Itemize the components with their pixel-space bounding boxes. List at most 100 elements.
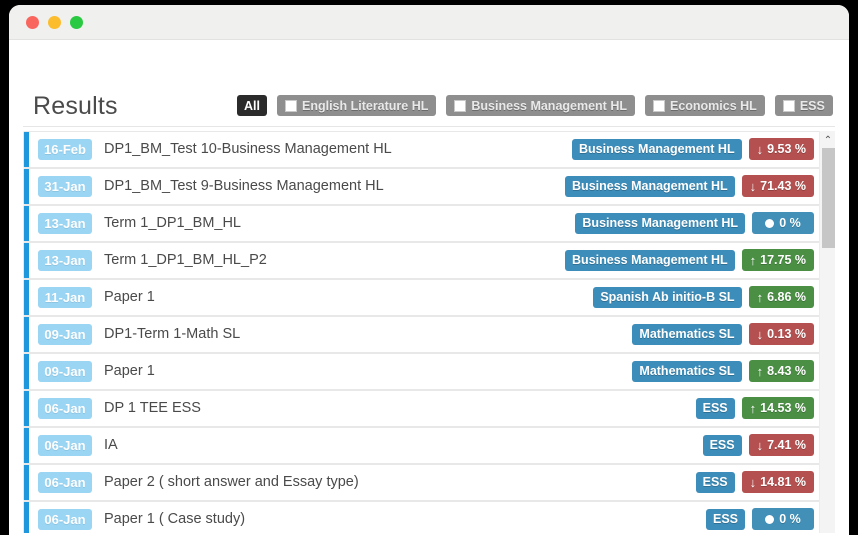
result-title: Term 1_DP1_BM_HL — [104, 215, 575, 231]
app-window: Results All English Literature HL Business… — [9, 5, 849, 535]
result-change-badge: 0 % — [752, 508, 814, 530]
result-subject-tag: Mathematics SL — [632, 361, 741, 382]
filter-chip-label: ESS — [800, 99, 825, 113]
result-row[interactable]: 11-Jan Paper 1Spanish Ab initio-B SL ↑6.86… — [23, 279, 823, 316]
checkbox-icon[interactable] — [783, 100, 795, 112]
arrow-down-icon: ↓ — [750, 180, 757, 193]
result-change-badge: ↓9.53 % — [749, 138, 814, 160]
result-title: Term 1_DP1_BM_HL_P2 — [104, 252, 565, 268]
result-change-badge: ↓7.41 % — [749, 434, 814, 456]
result-title: DP 1 TEE ESS — [104, 400, 696, 416]
circle-icon — [765, 219, 774, 228]
result-title: DP1-Term 1-Math SL — [104, 326, 632, 342]
result-date-badge: 06-Jan — [38, 398, 92, 419]
result-row[interactable]: 06-JanPaper 1 ( Case study)ESS0 % — [23, 501, 823, 533]
minimize-window-button[interactable] — [48, 16, 61, 29]
result-subject-tag: Business Management HL — [575, 213, 745, 234]
result-subject-tag: ESS — [696, 398, 735, 419]
result-change-value: 7.41 % — [767, 438, 806, 452]
result-change-badge: ↓0.13 % — [749, 323, 814, 345]
filter-chip-english-literature-hl[interactable]: English Literature HL — [277, 95, 436, 116]
close-window-button[interactable] — [26, 16, 39, 29]
result-change-badge: ↑17.75 % — [742, 249, 814, 271]
filter-chip-label: Economics HL — [670, 99, 757, 113]
filter-chip-label: All — [244, 99, 260, 113]
result-row[interactable]: 06-Jan DP 1 TEE ESSESS ↑14.53 % — [23, 390, 823, 427]
result-row[interactable]: 09-Jan Paper 1Mathematics SL ↑8.43 % — [23, 353, 823, 390]
results-scrollbar[interactable]: ⌃ — [819, 131, 835, 533]
result-change-value: 0.13 % — [767, 327, 806, 341]
result-date-badge: 06-Jan — [38, 509, 92, 530]
checkbox-icon[interactable] — [653, 100, 665, 112]
result-row[interactable]: 13-Jan Term 1_DP1_BM_HL_P2Business Manage… — [23, 242, 823, 279]
result-change-value: 17.75 % — [760, 253, 806, 267]
arrow-up-icon: ↑ — [757, 291, 764, 304]
scroll-up-arrow-icon[interactable]: ⌃ — [820, 133, 836, 147]
result-change-badge: 0 % — [752, 212, 814, 234]
circle-icon — [765, 515, 774, 524]
results-list: 16-Feb DP1_BM_Test 10-Business Management… — [23, 131, 823, 533]
result-row[interactable]: 06-Jan IAESS ↓7.41 % — [23, 427, 823, 464]
result-date-badge: 16-Feb — [38, 139, 92, 160]
filter-chip-label: English Literature HL — [302, 99, 428, 113]
result-title: Paper 2 ( short answer and Essay type) — [104, 474, 696, 490]
result-title: IA — [104, 437, 703, 453]
page-title: Results — [33, 92, 118, 121]
result-date-badge: 06-Jan — [38, 435, 92, 456]
arrow-up-icon: ↑ — [750, 254, 757, 267]
result-change-value: 6.86 % — [767, 290, 806, 304]
result-change-value: 14.81 % — [760, 475, 806, 489]
result-change-value: 71.43 % — [760, 179, 806, 193]
result-subject-tag: Business Management HL — [565, 176, 735, 197]
result-change-value: 9.53 % — [767, 142, 806, 156]
arrow-down-icon: ↓ — [750, 476, 757, 489]
result-row[interactable]: 06-Jan Paper 2 ( short answer and Essay t… — [23, 464, 823, 501]
filter-chip-business-management-hl[interactable]: Business Management HL — [446, 95, 635, 116]
filter-chip-label: Business Management HL — [471, 99, 627, 113]
result-row[interactable]: 16-Feb DP1_BM_Test 10-Business Management… — [23, 131, 823, 168]
result-date-badge: 06-Jan — [38, 472, 92, 493]
arrow-down-icon: ↓ — [757, 439, 764, 452]
result-title: Paper 1 — [104, 363, 632, 379]
result-row[interactable]: 13-Jan Term 1_DP1_BM_HLBusiness Managemen… — [23, 205, 823, 242]
result-row[interactable]: 09-Jan DP1-Term 1-Math SLMathematics SL ↓0… — [23, 316, 823, 353]
result-title: DP1_BM_Test 9-Business Management HL — [104, 178, 565, 194]
result-subject-tag: ESS — [696, 472, 735, 493]
result-date-badge: 11-Jan — [38, 287, 92, 308]
result-title: DP1_BM_Test 10-Business Management HL — [104, 141, 572, 157]
result-date-badge: 13-Jan — [38, 213, 92, 234]
checkbox-icon[interactable] — [285, 100, 297, 112]
filter-chip-ess[interactable]: ESS — [775, 95, 833, 116]
result-row[interactable]: 31-Jan DP1_BM_Test 9-Business Management … — [23, 168, 823, 205]
result-change-badge: ↓71.43 % — [742, 175, 814, 197]
result-change-badge: ↑8.43 % — [749, 360, 814, 382]
result-change-value: 14.53 % — [760, 401, 806, 415]
result-change-badge: ↓14.81 % — [742, 471, 814, 493]
filter-chip-economics-hl[interactable]: Economics HL — [645, 95, 765, 116]
filter-chip-all[interactable]: All — [237, 95, 267, 116]
arrow-down-icon: ↓ — [757, 328, 764, 341]
checkbox-icon[interactable] — [454, 100, 466, 112]
result-change-value: 0 % — [779, 216, 801, 230]
result-subject-tag: ESS — [706, 509, 745, 530]
result-subject-tag: Mathematics SL — [632, 324, 741, 345]
result-subject-tag: Spanish Ab initio-B SL — [593, 287, 741, 308]
scrollbar-thumb[interactable] — [822, 148, 835, 248]
window-titlebar — [9, 5, 849, 40]
result-date-badge: 13-Jan — [38, 250, 92, 271]
result-date-badge: 31-Jan — [38, 176, 92, 197]
filter-row: All English Literature HL Business Managem… — [237, 93, 849, 118]
result-change-value: 8.43 % — [767, 364, 806, 378]
result-subject-tag: Business Management HL — [565, 250, 735, 271]
page-header: Results All English Literature HL Business… — [9, 40, 849, 127]
result-date-badge: 09-Jan — [38, 324, 92, 345]
maximize-window-button[interactable] — [70, 16, 83, 29]
result-title: Paper 1 — [104, 289, 593, 305]
result-date-badge: 09-Jan — [38, 361, 92, 382]
results-list-area: 16-Feb DP1_BM_Test 10-Business Management… — [9, 127, 849, 533]
result-change-value: 0 % — [779, 512, 801, 526]
result-subject-tag: ESS — [703, 435, 742, 456]
result-change-badge: ↑14.53 % — [742, 397, 814, 419]
result-subject-tag: Business Management HL — [572, 139, 742, 160]
arrow-up-icon: ↑ — [750, 402, 757, 415]
